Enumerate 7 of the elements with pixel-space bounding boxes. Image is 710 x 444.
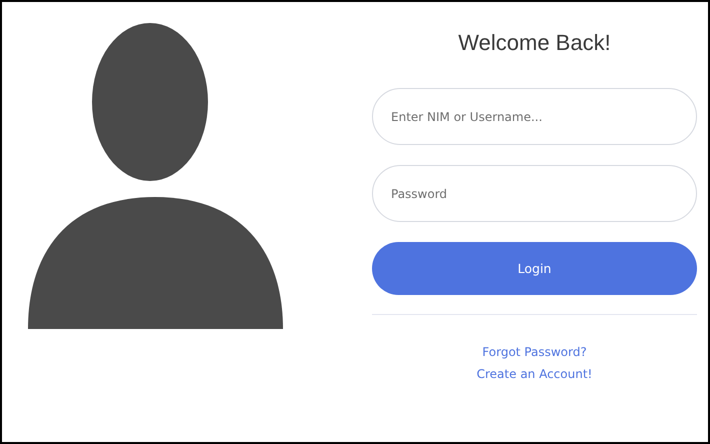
text-link[interactable]: Forgot Password? xyxy=(482,345,587,359)
input-field[interactable]: Enter NIM or Username... xyxy=(372,88,697,145)
login-button[interactable]: Login xyxy=(372,242,697,295)
welcome-title: Welcome Back! xyxy=(457,30,612,56)
user-silhouette-icon xyxy=(28,22,283,329)
text-link[interactable]: Create an Account! xyxy=(476,367,592,381)
input-field[interactable]: Password xyxy=(372,165,697,222)
